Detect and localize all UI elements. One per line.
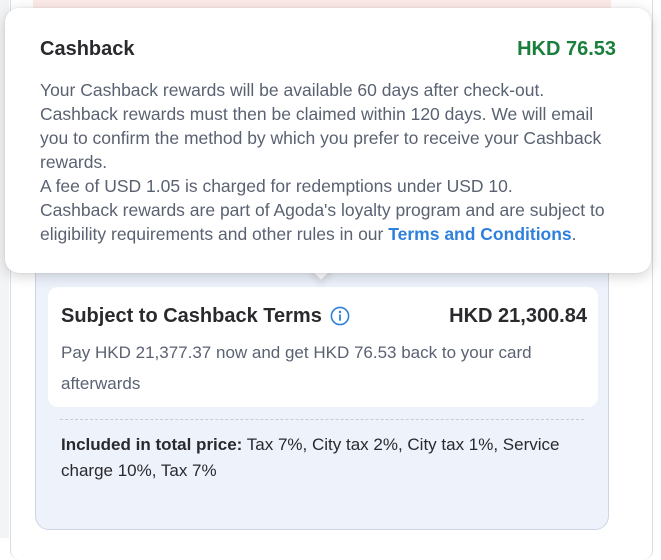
divider [60, 419, 584, 420]
info-circle-icon[interactable] [330, 306, 350, 326]
cashback-tooltip: Cashback HKD 76.53 Your Cashback rewards… [5, 8, 651, 273]
cashback-card: Subject to Cashback Terms HKD 21,300.84 … [48, 287, 598, 407]
tooltip-paragraph: Your Cashback rewards will be available … [40, 80, 602, 172]
tooltip-paragraph: A fee of USD 1.05 is charged for redempt… [40, 176, 513, 196]
tooltip-body: Your Cashback rewards will be available … [40, 78, 625, 246]
cashback-title-wrap: Subject to Cashback Terms [61, 305, 350, 328]
tooltip-header: Cashback HKD 76.53 [40, 38, 616, 61]
cashback-terms-title: Subject to Cashback Terms [61, 304, 322, 327]
cashback-row: Subject to Cashback Terms HKD 21,300.84 [61, 303, 587, 329]
tooltip-paragraph-terms: Cashback rewards are part of Agoda's loy… [40, 198, 625, 246]
tooltip-title: Cashback [40, 38, 135, 60]
terms-and-conditions-link[interactable]: Terms and Conditions [388, 224, 571, 244]
cashback-price-amount: HKD 21,300.84 [449, 304, 587, 327]
tooltip-terms-suffix: . [571, 224, 577, 244]
tooltip-cashback-amount: HKD 76.53 [517, 38, 616, 60]
included-label: Included in total price: [61, 435, 243, 454]
included-in-total-price: Included in total price: Tax 7%, City ta… [61, 432, 586, 484]
cashback-description: Pay HKD 21,377.37 now and get HKD 76.53 … [61, 343, 532, 393]
